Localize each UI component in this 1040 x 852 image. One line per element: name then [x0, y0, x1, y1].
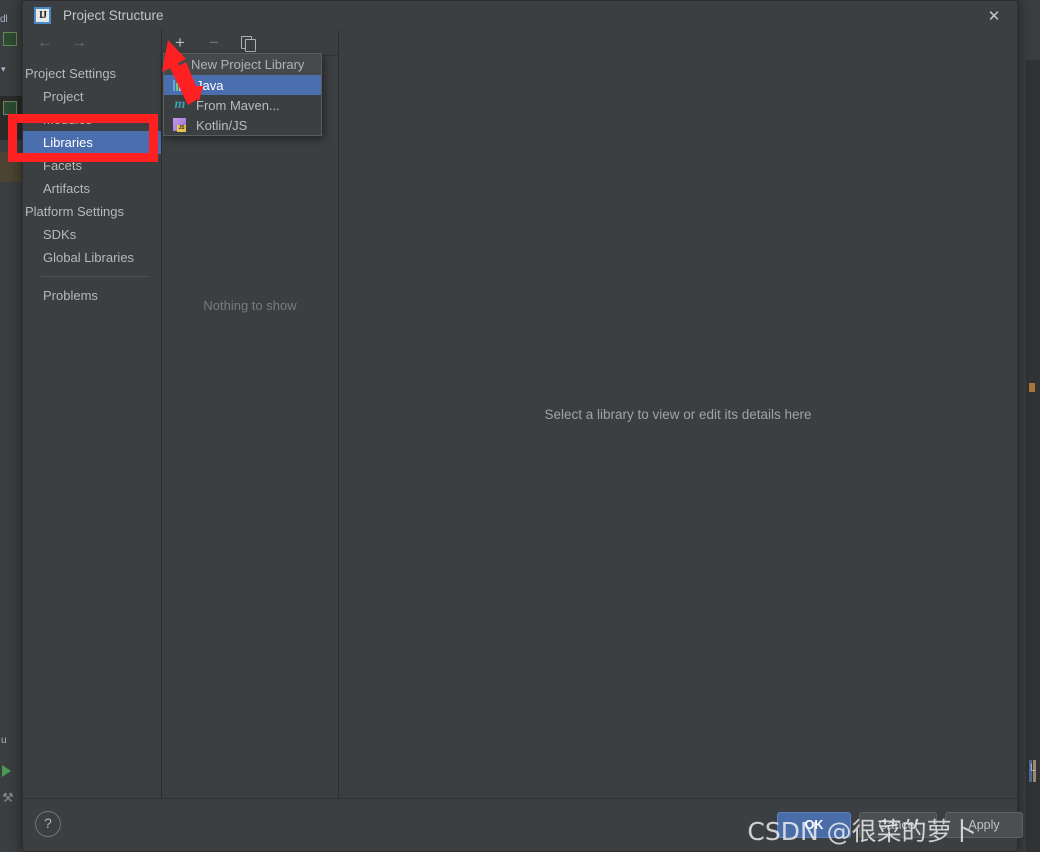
ide-gutter-icon — [3, 32, 17, 46]
apply-button[interactable]: Apply — [945, 812, 1023, 838]
add-library-button[interactable]: + — [170, 33, 190, 53]
library-detail-panel: Select a library to view or edit its det… — [339, 30, 1017, 799]
popup-item-label: From Maven... — [196, 97, 280, 113]
js-badge: JS — [177, 125, 186, 132]
sidebar-item-sdks[interactable]: SDKs — [23, 223, 161, 246]
popup-item-java[interactable]: Java — [164, 75, 321, 95]
ide-left-highlight-sliver — [0, 152, 22, 182]
sidebar-item-project[interactable]: Project — [23, 85, 161, 108]
remove-library-button[interactable]: − — [204, 33, 224, 53]
intellij-logo-icon: IJ — [34, 7, 51, 24]
ide-right-editor-sliver — [1026, 60, 1040, 852]
libraries-list-panel: + − Nothing to show — [162, 30, 339, 799]
settings-sidebar: ← → Project Settings Project Modules Lib… — [23, 30, 162, 799]
popup-item-from-maven[interactable]: m From Maven... — [164, 95, 321, 115]
popup-item-label: Kotlin/JS — [196, 117, 248, 133]
sidebar-item-facets[interactable]: Facets — [23, 154, 161, 177]
dialog-footer: ? OK Cancel Apply — [23, 798, 1023, 851]
cancel-button[interactable]: Cancel — [859, 812, 937, 838]
wrench-icon: ⚒ — [2, 790, 14, 805]
ide-bg-text-fragment: u — [1, 735, 7, 746]
popup-menu-header: New Project Library — [164, 54, 321, 75]
copy-icon — [241, 35, 256, 52]
sidebar-group-project-settings: Project Settings — [25, 66, 117, 81]
library-detail-placeholder: Select a library to view or edit its det… — [544, 407, 812, 422]
copy-library-button[interactable] — [238, 33, 258, 53]
ide-bg-text-fragment: L — [1030, 762, 1037, 774]
sidebar-item-artifacts[interactable]: Artifacts — [23, 177, 161, 200]
run-arrow-icon — [2, 765, 11, 777]
dialog-body: ← → Project Settings Project Modules Lib… — [23, 30, 1017, 799]
navigation-arrows: ← → — [23, 30, 161, 56]
sidebar-item-global-libraries[interactable]: Global Libraries — [23, 246, 161, 269]
libraries-empty-message: Nothing to show — [203, 298, 297, 313]
sidebar-group-platform-settings: Platform Settings — [25, 204, 124, 219]
maven-icon: m — [174, 97, 186, 112]
sidebar-item-problems[interactable]: Problems — [23, 284, 161, 307]
editor-warning-marker — [1029, 383, 1035, 392]
close-icon[interactable]: ✕ — [971, 1, 1017, 30]
sidebar-item-libraries[interactable]: Libraries — [23, 131, 161, 154]
ide-gutter-icon — [3, 101, 17, 115]
back-arrow-icon[interactable]: ← — [37, 35, 53, 51]
java-icon — [172, 77, 188, 93]
ok-button[interactable]: OK — [777, 812, 851, 838]
chevron-down-icon: ▾ — [1, 64, 6, 74]
help-icon[interactable]: ? — [35, 811, 61, 837]
dialog-titlebar: IJ Project Structure ✕ — [23, 1, 1017, 31]
popup-item-label: Java — [196, 77, 224, 93]
sidebar-divider — [41, 276, 148, 277]
kotlin-js-icon: JS — [172, 117, 188, 133]
sidebar-item-modules[interactable]: Modules — [23, 108, 161, 131]
forward-arrow-icon[interactable]: → — [71, 35, 87, 51]
dialog-title: Project Structure — [63, 8, 164, 23]
popup-item-kotlin-js[interactable]: JS Kotlin/JS — [164, 115, 321, 135]
ide-bg-text-fragment: dl — [0, 14, 8, 25]
sidebar-list: Project Settings Project Modules Librari… — [23, 62, 161, 307]
new-library-popup-menu: New Project Library Java m From Maven...… — [163, 53, 322, 136]
